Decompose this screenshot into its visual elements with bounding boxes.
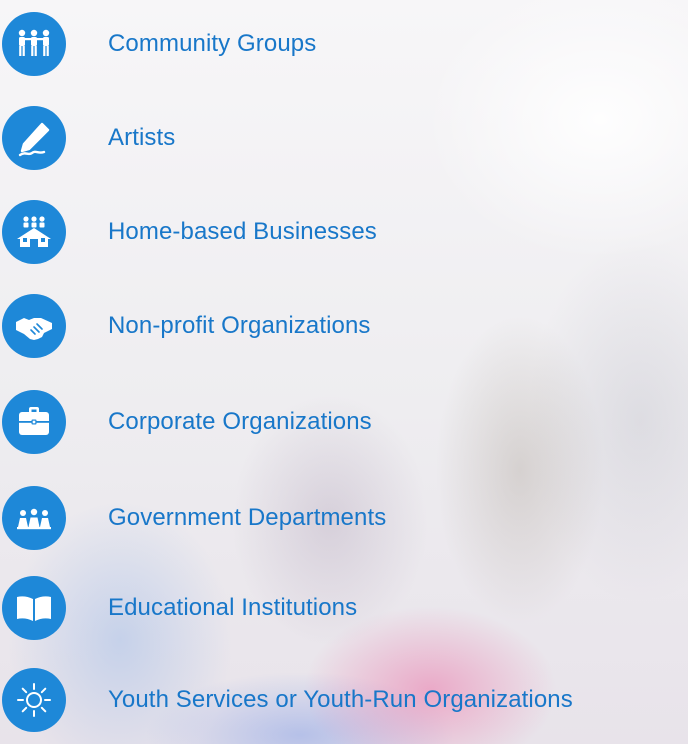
list-item-youth-services: Youth Services or Youth-Run Organization… (2, 668, 573, 732)
book-icon (2, 576, 66, 640)
people-group-icon (2, 12, 66, 76)
list-item-label: Home-based Businesses (108, 218, 377, 245)
pen-icon (2, 106, 66, 170)
briefcase-icon (2, 390, 66, 454)
list-item-label: Corporate Organizations (108, 408, 372, 435)
list-item-label: Community Groups (108, 30, 317, 57)
list-item-label: Government Departments (108, 504, 387, 531)
home-people-icon (2, 200, 66, 264)
handshake-icon (2, 294, 66, 358)
officials-icon (2, 486, 66, 550)
list-item-home-based-businesses: Home-based Businesses (2, 200, 377, 264)
sun-icon (2, 668, 66, 732)
list-item-label: Non-profit Organizations (108, 312, 371, 339)
list-item-corporate-organizations: Corporate Organizations (2, 390, 372, 454)
list-item-artists: Artists (2, 106, 175, 170)
list-item-government-departments: Government Departments (2, 486, 386, 550)
list-item-educational-institutions: Educational Institutions (2, 576, 357, 640)
list-item-label: Educational Institutions (108, 594, 358, 621)
list-item-label: Artists (108, 124, 176, 151)
list-item-community-groups: Community Groups (2, 12, 316, 76)
list-item-non-profit-organizations: Non-profit Organizations (2, 294, 371, 358)
list-item-label: Youth Services or Youth-Run Organization… (108, 686, 573, 713)
